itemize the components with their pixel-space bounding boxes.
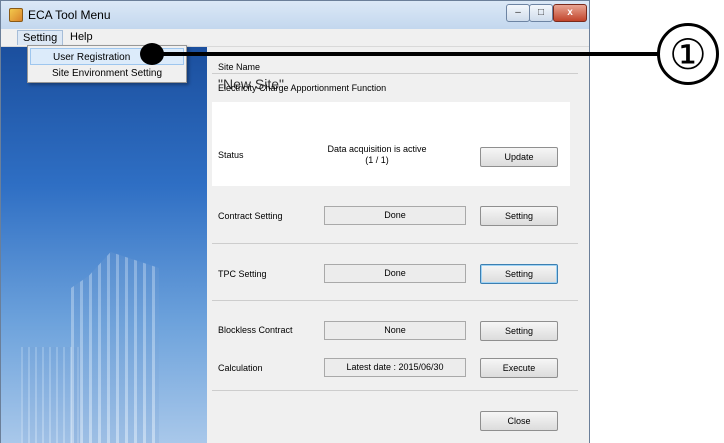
update-button[interactable]: Update [480, 147, 558, 167]
minimize-button[interactable]: – [506, 4, 530, 22]
divider-2 [212, 300, 578, 301]
building-image [71, 252, 159, 443]
callout-number-badge: ① [657, 23, 719, 85]
contract-setting-status: Done [324, 206, 466, 225]
blockless-contract-label: Blockless Contract [218, 325, 293, 335]
blockless-contract-button[interactable]: Setting [480, 321, 558, 341]
calculation-latest-date: Latest date : 2015/06/30 [324, 358, 466, 377]
left-banner-panel [1, 47, 207, 443]
status-text-line2: (1 / 1) [365, 155, 389, 165]
status-text: Data acquisition is active (1 / 1) [317, 144, 437, 166]
divider-top [212, 73, 578, 74]
section-title: Electricity Charge Apportionment Functio… [218, 83, 387, 93]
title-bar: ECA Tool Menu – □ x [1, 1, 589, 29]
site-name-label: Site Name [218, 62, 261, 72]
maximize-button[interactable]: □ [529, 4, 553, 22]
contract-setting-button[interactable]: Setting [480, 206, 558, 226]
close-window-button[interactable]: x [553, 4, 587, 22]
calculation-label: Calculation [218, 363, 263, 373]
tpc-setting-status: Done [324, 264, 466, 283]
eca-tool-menu-window: ECA Tool Menu – □ x Setting Help Site Na… [0, 0, 590, 443]
contract-setting-label: Contract Setting [218, 211, 283, 221]
main-content: Site Name "New Site" Electricity Charge … [207, 47, 589, 443]
status-text-line1: Data acquisition is active [327, 144, 427, 154]
menu-setting[interactable]: Setting [17, 30, 64, 45]
close-button[interactable]: Close [480, 411, 558, 431]
window-title: ECA Tool Menu [28, 8, 111, 22]
tpc-setting-button[interactable]: Setting [480, 264, 558, 284]
execute-button[interactable]: Execute [480, 358, 558, 378]
tpc-setting-label: TPC Setting [218, 269, 267, 279]
divider-1 [212, 243, 578, 244]
menu-help[interactable]: Help [65, 30, 98, 44]
menu-item-site-environment-setting[interactable]: Site Environment Setting [30, 65, 184, 82]
divider-3 [212, 390, 578, 391]
callout-pointer-dot [140, 43, 164, 65]
blockless-contract-status: None [324, 321, 466, 340]
status-label: Status [218, 150, 244, 160]
status-panel: Status Data acquisition is active (1 / 1… [212, 102, 570, 186]
app-icon [9, 8, 23, 22]
callout-leader-line [148, 52, 688, 56]
